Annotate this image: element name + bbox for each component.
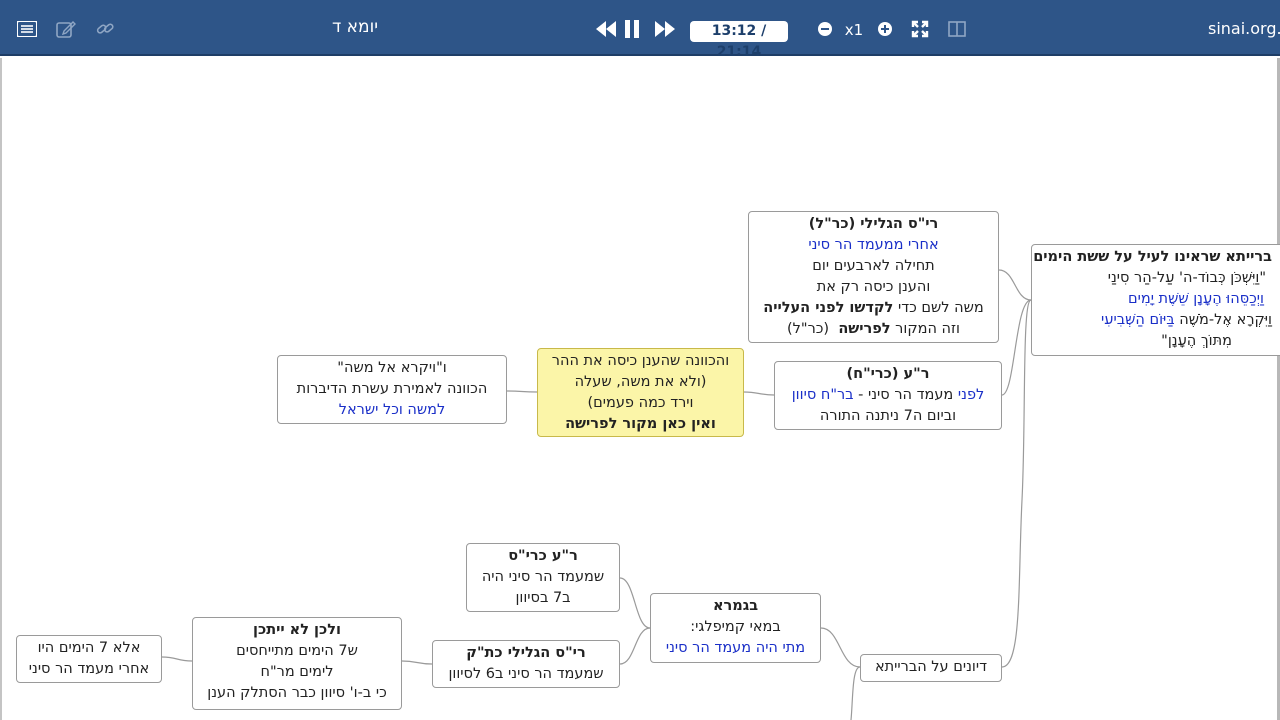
gemara-line-2: במאי קמיפלגי: [690, 619, 781, 635]
lachen-title: ולכן לא ייתכן [253, 622, 341, 638]
rsg-bottom-line-2: שמעמד הר סיני ב6 לסיוון [448, 666, 604, 682]
ela-line-2: אחרי מעמד הר סיני [28, 661, 150, 677]
dionim-label: דיונים על הברייתא [874, 659, 988, 675]
rsg-top-line-5: משה לשם כדי לקדשו לפני העלייה [749, 298, 998, 319]
baraita-title: ברייתא שראינו לעיל על ששת הימים: [1031, 249, 1272, 265]
rsg-bottom-title: רי"ס הגלילי כת"ק [466, 645, 586, 661]
rsg-top-line-6c: (כר"ל) [787, 321, 839, 337]
lachen-line-3: לימים מר"ח [260, 664, 334, 680]
vayikra-line-2: הכוונה לאמירת עשרת הדיברות [296, 381, 488, 397]
baraita-line-4: וַיִּקְרָא אֶל-מֹשֶׁה בַּיּוֹם הַשְּׁבִי… [1032, 310, 1272, 331]
rsg-top-line-4: והענן כיסה רק את [816, 279, 931, 295]
connector-dionim-down [850, 666, 861, 720]
rsg-top-line-2: אחרי ממעמד הר סיני [808, 237, 939, 253]
baraita-line-3: וַיְכַסֵּהוּ הֶעָנָן שֵׁשֶׁת יָמִים [1127, 291, 1264, 307]
yellow-line-2: (ולא את משה, שעלה [574, 374, 707, 390]
connector-dionim-gemara [820, 627, 861, 668]
rsg-top-title: רי"ס הגלילי (כר"ל) [808, 216, 939, 232]
rsg-top-line-3: תחילה לארבעים יום [812, 258, 935, 274]
ra-bottom-line-3: ב7 בסיוון [515, 590, 571, 606]
yellow-line-4: ואין כאן מקור לפרישה [565, 416, 716, 432]
node-ra-top[interactable]: ר"ע (כרי"ח) לפני מעמד הר סיני - בר"ח סיו… [774, 361, 1002, 430]
node-ela[interactable]: אלא 7 הימים היו אחרי מעמד הר סיני [16, 635, 162, 683]
node-lachen[interactable]: ולכן לא ייתכן ש7 הימים מתייחסים לימים מר… [192, 617, 402, 710]
node-rsg-bottom[interactable]: רי"ס הגלילי כת"ק שמעמד הר סיני ב6 לסיוון [432, 640, 620, 688]
connector-gemara-rsg [619, 627, 651, 665]
node-highlight-explanation[interactable]: והכוונה שהענן כיסה את ההר (ולא את משה, ש… [537, 348, 744, 437]
connector-lachen-ela [161, 656, 193, 662]
rsg-top-line-5a: משה לשם כדי [893, 300, 984, 316]
connector-yellow-vayikra [506, 390, 538, 393]
vayikra-line-1: ו"ויקרא אל משה" [337, 360, 447, 376]
ra-bottom-line-2: שמעמד הר סיני היה [481, 569, 605, 585]
gemara-title: בגמרא [712, 598, 759, 614]
rsg-top-line-5b: לקדשו לפני העלייה [763, 300, 894, 316]
vayikra-line-3: למשה וכל ישראל [338, 402, 446, 418]
node-gemara[interactable]: בגמרא במאי קמיפלגי: מתי היה מעמד הר סיני [650, 593, 821, 663]
gemara-line-3: מתי היה מעמד הר סיני [665, 640, 806, 656]
connector-baraita-rsg [998, 269, 1032, 301]
connector-gemara-ra [619, 577, 651, 629]
node-baraita[interactable]: ברייתא שראינו לעיל על ששת הימים: "וַיִּש… [1031, 244, 1280, 356]
ra-top-line-2a: לפני [957, 387, 985, 403]
node-vayikra[interactable]: ו"ויקרא אל משה" הכוונה לאמירת עשרת הדיבר… [277, 355, 507, 424]
lachen-line-4: כי ב-ו' סיוון כבר הסתלק הענן [207, 685, 387, 701]
baraita-line-4b: בַּיּוֹם הַשְּׁבִיעִי [1101, 312, 1175, 328]
ela-line-1: אלא 7 הימים היו [37, 640, 141, 656]
baraita-line-5: מִתּוֹךְ הֶעָנָן" [1161, 333, 1232, 349]
rsg-top-line-6: וזה המקור לפרישה (כר"ל) [749, 319, 998, 340]
rsg-top-line-6b: לפרישה [838, 321, 891, 337]
ra-bottom-title: ר"ע כרי"ס [508, 548, 578, 564]
connector-ra-yellow [743, 391, 775, 396]
rsg-top-line-6a: וזה המקור [890, 321, 960, 337]
connector-rsg-lachen [401, 660, 433, 665]
baraita-line-4a: וַיִּקְרָא אֶל-מֹשֶׁה [1174, 312, 1272, 328]
connector-baraita-dionim [1001, 299, 1032, 668]
ra-top-line-2b: מעמד הר סיני - [853, 387, 958, 403]
yellow-line-3: וירד כמה פעמים) [587, 395, 694, 411]
baraita-line-2: "וַיִּשְׁכֹּן כְּבוֹד-ה' עַל-הַר סִינַי [1107, 270, 1266, 286]
ra-top-line-3: וביום ה7 ניתנה התורה [819, 408, 957, 424]
lachen-line-2: ש7 הימים מתייחסים [236, 643, 358, 659]
node-ra-bottom[interactable]: ר"ע כרי"ס שמעמד הר סיני היה ב7 בסיוון [466, 543, 620, 612]
yellow-line-1: והכוונה שהענן כיסה את ההר [551, 353, 730, 369]
node-rsg-top[interactable]: רי"ס הגלילי (כר"ל) אחרי ממעמד הר סיני תח… [748, 211, 999, 343]
ra-top-line-2: לפני מעמד הר סיני - בר"ח סיוון [775, 385, 1001, 406]
ra-top-line-2c: בר"ח סיוון [791, 387, 854, 403]
ra-top-title: ר"ע (כרי"ח) [846, 366, 930, 382]
node-dionim[interactable]: דיונים על הברייתא [860, 654, 1002, 682]
